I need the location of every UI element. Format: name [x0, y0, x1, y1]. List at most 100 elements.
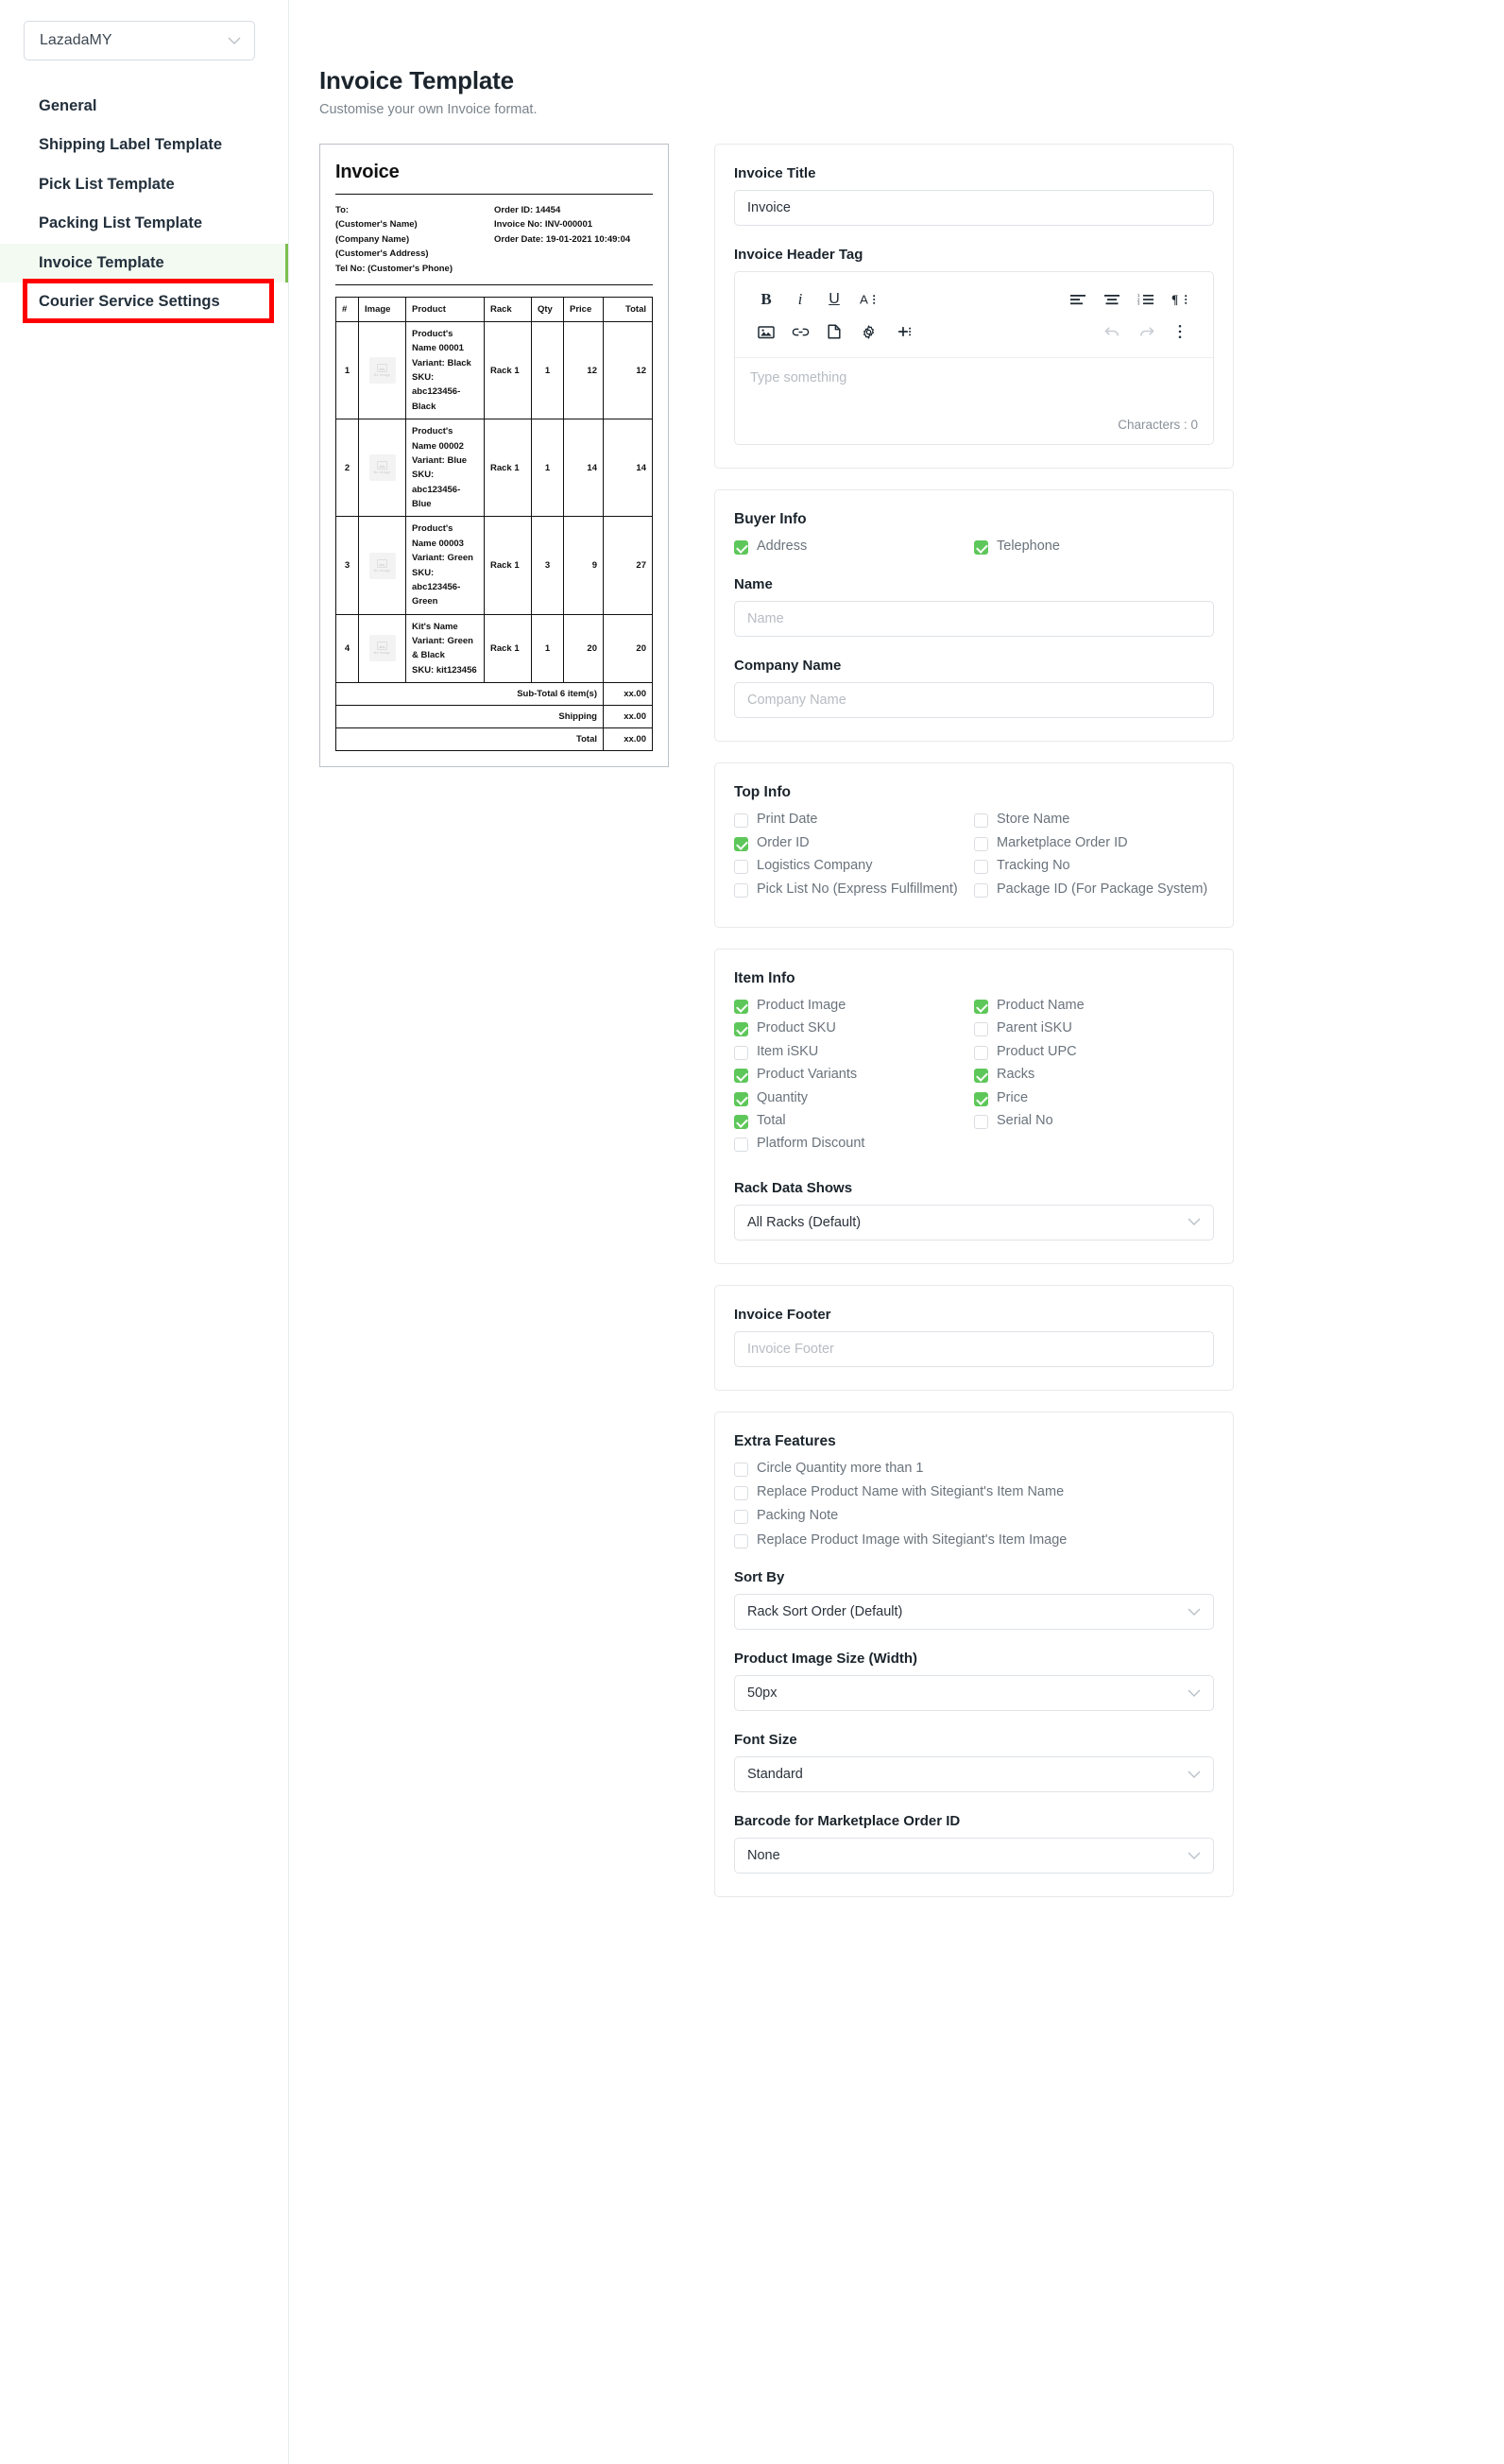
underline-icon[interactable]: U	[818, 285, 850, 314]
paragraph-icon[interactable]: ¶	[1164, 285, 1196, 314]
product-image-size-select[interactable]: 50px	[734, 1675, 1214, 1712]
checkbox-product-image[interactable]	[734, 999, 748, 1014]
editor-content-placeholder[interactable]: Type something	[735, 357, 1213, 412]
checkbox-replace-product-image[interactable]	[734, 1533, 748, 1549]
invoice-preview-column: Invoice To: (Customer's Name) (Company N…	[319, 144, 669, 768]
checkbox-row-marketplace-order-id[interactable]: Marketplace Order ID	[974, 835, 1214, 851]
col-header-total: Total	[603, 296, 653, 322]
checkbox-row-racks[interactable]: Racks	[974, 1067, 1214, 1084]
checkbox-telephone[interactable]	[974, 540, 988, 555]
redo-icon[interactable]	[1130, 317, 1162, 346]
checkbox-row-print-date[interactable]: Print Date	[734, 812, 974, 829]
checkbox-store-name[interactable]	[974, 813, 988, 829]
sidebar-item-packing-list-template[interactable]: Packing List Template	[0, 204, 288, 243]
insert-icon[interactable]	[886, 317, 918, 346]
checkbox-row-packing-note[interactable]: Packing Note	[734, 1508, 1214, 1525]
checkbox-item-isku[interactable]	[734, 1045, 748, 1060]
checkbox-serial-no[interactable]	[974, 1114, 988, 1129]
settings-column: Invoice Title Invoice Header Tag B i U	[714, 144, 1234, 1918]
checkbox-row-order-id[interactable]: Order ID	[734, 835, 974, 851]
item-info-title: Item Info	[734, 969, 795, 986]
font-size-select[interactable]: Standard	[734, 1756, 1214, 1793]
checkbox-row-product-upc[interactable]: Product UPC	[974, 1044, 1214, 1060]
checkbox-price[interactable]	[974, 1091, 988, 1106]
rack-data-shows-select[interactable]: All Racks (Default)	[734, 1204, 1214, 1241]
checkbox-replace-product-name[interactable]	[734, 1486, 748, 1501]
checkbox-tracking-no[interactable]	[974, 860, 988, 875]
font-style-icon[interactable]: A	[852, 285, 884, 314]
checkbox-pick-list-no[interactable]	[734, 882, 748, 898]
checkbox-row-replace-product-name[interactable]: Replace Product Name with Sitegiant's It…	[734, 1484, 1214, 1501]
checkbox-packing-note[interactable]	[734, 1510, 748, 1525]
checkbox-row-tracking-no[interactable]: Tracking No	[974, 858, 1214, 875]
sidebar-item-invoice-template[interactable]: Invoice Template	[0, 243, 288, 283]
settings-page: LazadaMY General Shipping Label Template…	[0, 0, 1504, 2464]
sidebar-item-general[interactable]: General	[0, 87, 288, 126]
checkbox-product-variants[interactable]	[734, 1069, 748, 1084]
svg-text:A: A	[860, 293, 868, 307]
checkbox-package-id[interactable]	[974, 882, 988, 898]
checkbox-row-address[interactable]: Address	[734, 539, 974, 555]
sort-by-select[interactable]: Rack Sort Order (Default)	[734, 1594, 1214, 1631]
checkbox-parent-isku[interactable]	[974, 1022, 988, 1037]
no-image-icon: No image	[368, 552, 396, 579]
preview-meta: To: (Customer's Name) (Company Name) (Cu…	[335, 203, 653, 276]
link-icon[interactable]	[784, 317, 816, 346]
checkbox-row-platform-discount[interactable]: Platform Discount	[734, 1136, 974, 1153]
checkbox-row-logistics-company[interactable]: Logistics Company	[734, 858, 974, 875]
store-selector[interactable]: LazadaMY	[24, 21, 255, 60]
align-center-icon[interactable]	[1096, 285, 1128, 314]
file-icon[interactable]	[818, 317, 850, 346]
product-name: Kit's Name	[412, 621, 458, 632]
checkbox-total[interactable]	[734, 1114, 748, 1129]
checkbox-row-total[interactable]: Total	[734, 1113, 974, 1129]
checkbox-platform-discount[interactable]	[734, 1138, 748, 1153]
checkbox-label: Tracking No	[997, 858, 1070, 874]
checkbox-row-quantity[interactable]: Quantity	[734, 1090, 974, 1106]
checkbox-logistics-company[interactable]	[734, 860, 748, 875]
checkbox-row-serial-no[interactable]: Serial No	[974, 1113, 1214, 1129]
checkbox-row-item-isku[interactable]: Item iSKU	[734, 1044, 974, 1060]
invoice-footer-input[interactable]	[734, 1330, 1214, 1367]
cell-total: 20	[603, 613, 653, 684]
more-icon[interactable]	[1164, 317, 1196, 346]
checkbox-product-sku[interactable]	[734, 1022, 748, 1037]
product-name: Product's Name 00001	[412, 328, 464, 354]
italic-icon[interactable]: i	[784, 285, 816, 314]
checkbox-row-price[interactable]: Price	[974, 1090, 1214, 1106]
checkbox-racks[interactable]	[974, 1069, 988, 1084]
checkbox-product-upc[interactable]	[974, 1045, 988, 1060]
bold-icon[interactable]: B	[750, 285, 782, 314]
checkbox-row-product-variants[interactable]: Product Variants	[734, 1067, 974, 1084]
undo-icon[interactable]	[1096, 317, 1128, 346]
checkbox-row-replace-product-image[interactable]: Replace Product Image with Sitegiant's I…	[734, 1532, 1214, 1549]
checkbox-marketplace-order-id[interactable]	[974, 836, 988, 851]
checkbox-row-circle-quantity[interactable]: Circle Quantity more than 1	[734, 1461, 1214, 1477]
checkbox-row-package-id[interactable]: Package ID (For Package System)	[974, 881, 1214, 898]
image-icon[interactable]	[750, 317, 782, 346]
sidebar-item-courier-service-settings[interactable]: Courier Service Settings	[0, 282, 288, 321]
checkbox-row-parent-isku[interactable]: Parent iSKU	[974, 1020, 1214, 1037]
barcode-select[interactable]: None	[734, 1838, 1214, 1874]
checkbox-row-pick-list-no[interactable]: Pick List No (Express Fulfillment)	[734, 881, 974, 898]
ordered-list-icon[interactable]: 123	[1130, 285, 1162, 314]
checkbox-row-product-name[interactable]: Product Name	[974, 998, 1214, 1014]
align-left-icon[interactable]	[1062, 285, 1094, 314]
sidebar-item-shipping-label-template[interactable]: Shipping Label Template	[0, 126, 288, 164]
gear-icon[interactable]	[852, 317, 884, 346]
sidebar-item-pick-list-template[interactable]: Pick List Template	[0, 165, 288, 204]
checkbox-quantity[interactable]	[734, 1091, 748, 1106]
checkbox-address[interactable]	[734, 540, 748, 555]
buyer-company-input[interactable]	[734, 682, 1214, 719]
checkbox-row-telephone[interactable]: Telephone	[974, 539, 1214, 555]
checkbox-circle-quantity[interactable]	[734, 1462, 748, 1477]
checkbox-product-name[interactable]	[974, 999, 988, 1014]
invoice-header-tag-label: Invoice Header Tag	[734, 247, 863, 263]
buyer-name-input[interactable]	[734, 601, 1214, 638]
checkbox-order-id[interactable]	[734, 836, 748, 851]
checkbox-print-date[interactable]	[734, 813, 748, 829]
checkbox-row-product-image[interactable]: Product Image	[734, 998, 974, 1014]
checkbox-row-product-sku[interactable]: Product SKU	[734, 1020, 974, 1037]
checkbox-row-store-name[interactable]: Store Name	[974, 812, 1214, 829]
invoice-title-input[interactable]	[734, 190, 1214, 226]
